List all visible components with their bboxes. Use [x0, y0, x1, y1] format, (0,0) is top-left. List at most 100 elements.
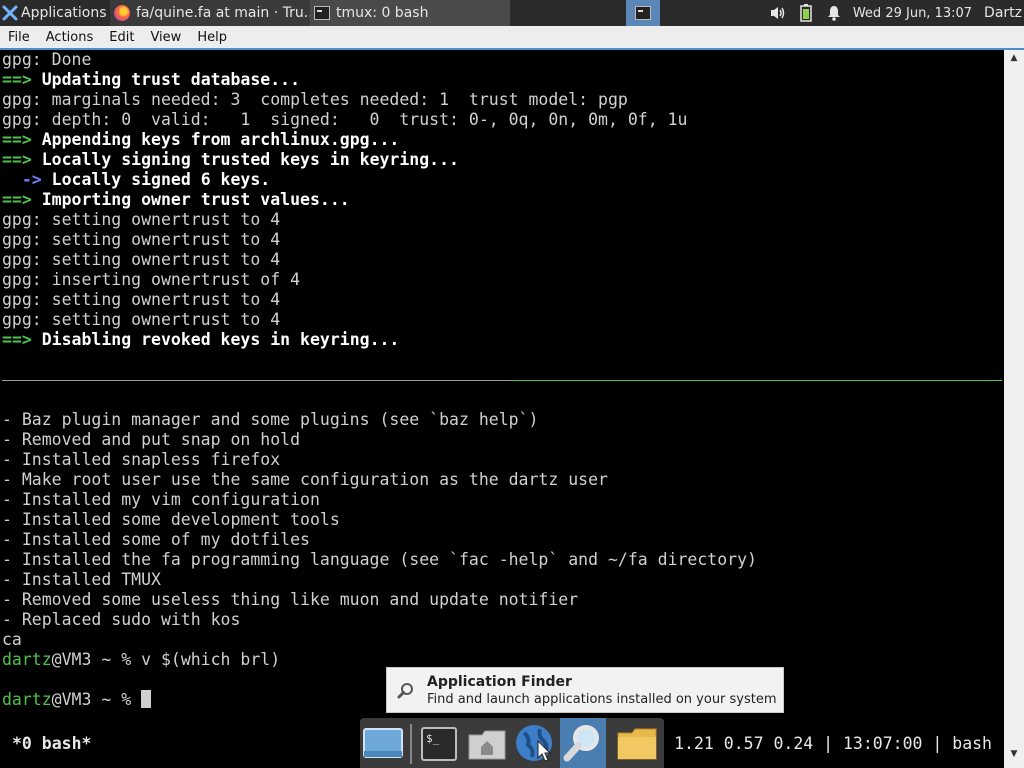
taskbar-item-firefox[interactable]: fa/quine.fa at main · Tru... — [110, 0, 310, 26]
menu-help[interactable]: Help — [189, 26, 235, 48]
dock-application-finder[interactable] — [560, 718, 606, 768]
terminal-line: - Installed snapless firefox — [2, 450, 281, 469]
line-text: gpg: setting ownertrust to 4 — [2, 210, 281, 229]
line-text: gpg: depth: 0 valid: 1 signed: 0 trust: … — [2, 110, 688, 129]
user-menu[interactable]: Dartz — [984, 5, 1022, 21]
dock-home-folder[interactable] — [464, 721, 510, 767]
line-text: gpg: setting ownertrust to 4 — [2, 250, 281, 269]
arrow-prefix: ==> — [2, 70, 32, 89]
prompt-line-current[interactable]: dartz@VM3 ~ % — [2, 690, 152, 710]
menu-edit[interactable]: Edit — [101, 26, 142, 48]
taskbar-item-terminal[interactable]: tmux: 0 bash — [310, 0, 510, 26]
scroll-up-arrow-icon[interactable]: ▲ — [1004, 50, 1024, 66]
terminal-line: gpg: inserting ownertrust of 4 — [2, 270, 300, 290]
notification-bell-icon[interactable] — [825, 4, 843, 22]
dock-show-desktop[interactable] — [360, 721, 406, 767]
line-text: gpg: setting ownertrust to 4 — [2, 290, 281, 309]
line-text: Disabling revoked keys in keyring... — [31, 330, 400, 349]
dock-file-manager[interactable] — [614, 721, 660, 767]
line-text: Locally signing trusted keys in keyring.… — [31, 150, 459, 169]
terminal-line: - Installed some of my dotfiles — [2, 530, 310, 549]
line-text: gpg: inserting ownertrust of 4 — [2, 270, 301, 289]
dock-separator — [410, 724, 412, 764]
prompt-line: dartz@VM3 ~ % v $(which brl) — [2, 650, 280, 670]
terminal-line: -> Locally signed 6 keys. — [2, 170, 270, 190]
dock-terminal[interactable]: $_ — [416, 721, 462, 767]
globe-icon — [516, 725, 552, 762]
terminal-line: gpg: setting ownertrust to 4 — [2, 250, 280, 270]
terminal-line: - Installed the fa programming language … — [2, 550, 757, 569]
line-text: Updating trust database... — [31, 70, 301, 89]
arrow-prefix: ==> — [2, 130, 32, 149]
terminal-line: ca — [2, 630, 22, 649]
clock[interactable]: Wed 29 Jun, 13:07 — [853, 6, 972, 21]
terminal-line: gpg: marginals needed: 3 completes neede… — [2, 90, 628, 110]
prompt-host: @VM3 ~ % — [51, 650, 142, 669]
terminal-line: gpg: depth: 0 valid: 1 signed: 0 trust: … — [2, 110, 687, 130]
battery-icon[interactable] — [797, 4, 815, 22]
applications-menu[interactable]: Applications — [0, 0, 108, 26]
terminal-icon — [314, 6, 330, 20]
text-cursor — [141, 690, 152, 708]
menu-file[interactable]: File — [0, 26, 38, 48]
magnifier-icon — [563, 725, 599, 762]
terminal-window: File Actions Edit View Help gpg: Done ==… — [0, 26, 1024, 768]
line-text: gpg: setting ownertrust to 4 — [2, 310, 281, 329]
applications-label: Applications — [21, 5, 107, 21]
tmux-window-indicator[interactable]: *0 bash* — [12, 734, 91, 754]
active-terminal-button[interactable] — [626, 0, 660, 26]
arrow-prefix: -> — [2, 170, 42, 189]
dock: $_ — [360, 718, 664, 768]
terminal-line: - Baz plugin manager and some plugins (s… — [2, 410, 539, 429]
dock-web-browser[interactable] — [512, 721, 558, 767]
prompt-user: dartz — [2, 690, 52, 709]
terminal-icon: $_ — [421, 727, 457, 761]
taskbar-item-title: tmux: 0 bash — [336, 5, 429, 21]
terminal-line: - Make root user use the same configurat… — [2, 470, 608, 489]
terminal-line: - Removed some useless thing like muon a… — [2, 590, 579, 609]
command-text: v $(which brl) — [141, 650, 281, 669]
scrollbar[interactable]: ▲ ▼ — [1004, 50, 1024, 768]
terminal-line: - Replaced sudo with kos — [2, 610, 241, 629]
dock-tooltip: Application Finder Find and launch appli… — [386, 667, 784, 713]
prompt-user: dartz — [2, 650, 52, 669]
menu-bar: File Actions Edit View Help — [0, 26, 1024, 50]
search-icon — [397, 682, 415, 700]
line-text: Appending keys from archlinux.gpg... — [31, 130, 400, 149]
menu-actions[interactable]: Actions — [38, 26, 102, 48]
prompt-host: @VM3 ~ % — [51, 690, 142, 709]
taskbar-item-title: fa/quine.fa at main · Tru... — [136, 5, 310, 21]
terminal-line: gpg: setting ownertrust to 4 — [2, 290, 280, 310]
terminal-line: - Installed some development tools — [2, 510, 340, 529]
terminal-icon — [635, 6, 651, 20]
svg-text:$_: $_ — [426, 732, 440, 745]
arrow-prefix: ==> — [2, 190, 32, 209]
terminal-line: ==> Locally signing trusted keys in keyr… — [2, 150, 459, 170]
terminal-output[interactable]: gpg: Done ==> Updating trust database...… — [0, 50, 1004, 768]
tooltip-description: Find and launch applications installed o… — [427, 692, 777, 707]
terminal-line: gpg: setting ownertrust to 4 — [2, 210, 280, 230]
tmux-pane-divider[interactable] — [2, 380, 1002, 381]
terminal-line: - Installed TMUX — [2, 570, 161, 589]
volume-icon[interactable] — [769, 4, 787, 22]
scroll-down-arrow-icon[interactable]: ▼ — [1004, 746, 1024, 762]
line-text: gpg: setting ownertrust to 4 — [2, 230, 281, 249]
terminal-line: gpg: setting ownertrust to 4 — [2, 230, 280, 250]
arrow-prefix: ==> — [2, 150, 32, 169]
line-text: Locally signed 6 keys. — [41, 170, 271, 189]
terminal-line: ==> Disabling revoked keys in keyring... — [2, 330, 399, 350]
top-panel: Applications fa/quine.fa at main · Tru..… — [0, 0, 1024, 26]
show-desktop-icon — [363, 728, 403, 758]
home-folder-icon — [468, 730, 506, 760]
tmux-status-right: 1.21 0.57 0.24 | 13:07:00 | bash — [674, 734, 992, 753]
menu-view[interactable]: View — [142, 26, 189, 48]
terminal-line: ==> Importing owner trust values... — [2, 190, 350, 210]
terminal-line: - Installed my vim configuration — [2, 490, 320, 509]
arrow-prefix: ==> — [2, 330, 32, 349]
line-text: gpg: marginals needed: 3 completes neede… — [2, 90, 628, 109]
line-text: Importing owner trust values... — [31, 190, 350, 209]
firefox-icon — [114, 5, 130, 21]
line-text: gpg: Done — [2, 50, 92, 69]
terminal-line: ==> Updating trust database... — [2, 70, 300, 90]
folder-icon — [617, 728, 657, 760]
